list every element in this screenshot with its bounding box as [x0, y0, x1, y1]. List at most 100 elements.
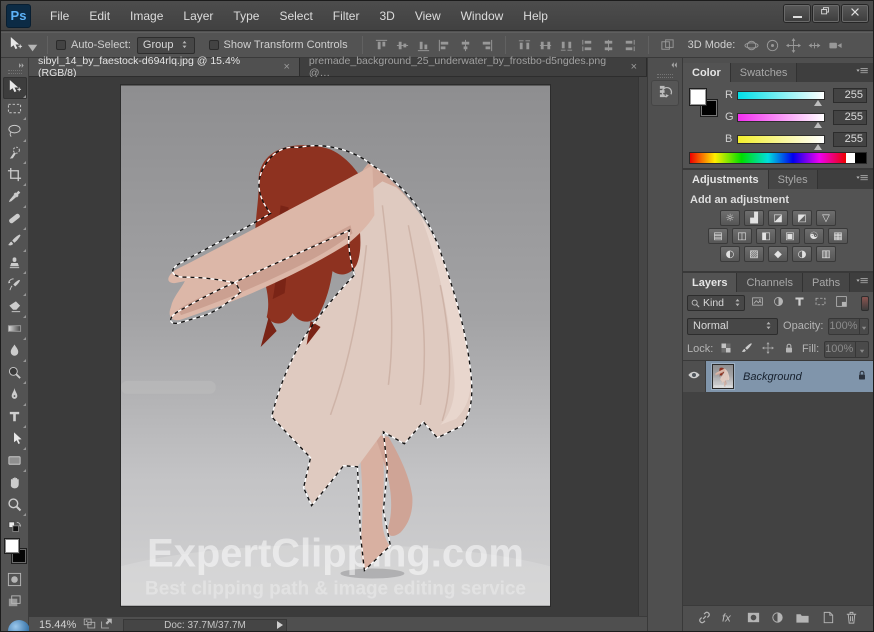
menu-type[interactable]: Type	[223, 5, 269, 27]
menu-image[interactable]: Image	[120, 5, 173, 27]
rectangle-shape-tool[interactable]	[3, 451, 27, 473]
gradient-tool[interactable]	[3, 319, 27, 341]
blue-slider-thumb[interactable]	[814, 144, 822, 150]
adjustment-posterize-icon[interactable]: ▨	[744, 246, 764, 262]
adjustment-brightness-contrast-icon[interactable]: ☼	[720, 210, 740, 226]
expand-dock-icon[interactable]	[670, 60, 678, 72]
screen-mode-button[interactable]	[3, 592, 27, 614]
adjustment-vibrance-icon[interactable]: ▽	[816, 210, 836, 226]
distribute-vertical-centers-button[interactable]	[535, 36, 556, 55]
red-slider[interactable]	[737, 91, 825, 100]
clone-stamp-tool[interactable]	[3, 253, 27, 275]
quick-mask-button[interactable]	[3, 570, 27, 592]
color-spectrum-ramp[interactable]	[689, 152, 867, 164]
dodge-tool[interactable]	[3, 363, 27, 385]
adjustment-hue-saturation-icon[interactable]: ▤	[708, 228, 728, 244]
layer-thumbnail[interactable]	[712, 364, 734, 389]
restore-button[interactable]	[813, 5, 839, 22]
close-tab-icon[interactable]: ×	[631, 61, 637, 73]
close-button[interactable]	[842, 5, 868, 22]
share-button[interactable]	[98, 618, 115, 632]
panel-menu-button[interactable]	[854, 173, 870, 186]
tools-gripper[interactable]	[8, 70, 22, 74]
filter-kind-dropdown[interactable]: Kind	[687, 295, 745, 311]
minimize-button[interactable]	[784, 5, 810, 22]
red-slider-thumb[interactable]	[814, 100, 822, 106]
lock-transparency-button[interactable]	[718, 342, 734, 357]
opacity-field[interactable]: 100%	[828, 318, 869, 335]
hand-tool[interactable]	[3, 473, 27, 495]
distribute-left-edges-button[interactable]	[577, 36, 598, 55]
type-tool[interactable]	[3, 407, 27, 429]
tab-swatches[interactable]: Swatches	[731, 63, 798, 82]
mini-bridge-button[interactable]	[81, 618, 98, 632]
blue-value-field[interactable]: 255	[833, 132, 867, 147]
filter-smart-objects-button[interactable]	[833, 295, 850, 311]
layer-filtering-toggle[interactable]	[861, 296, 869, 311]
document-tab-active[interactable]: sibyl_14_by_faestock-d694rlq.jpg @ 15.4%…	[29, 58, 300, 76]
tab-layers[interactable]: Layers	[683, 273, 737, 292]
menu-help[interactable]: Help	[513, 5, 558, 27]
green-value-field[interactable]: 255	[833, 110, 867, 125]
move-tool[interactable]	[3, 77, 27, 99]
tab-color[interactable]: Color	[683, 63, 731, 82]
history-brush-tool[interactable]	[3, 275, 27, 297]
new-layer-button[interactable]	[818, 610, 836, 628]
auto-align-layers-button[interactable]	[657, 36, 678, 55]
3d-slide-button[interactable]	[804, 36, 825, 55]
show-transform-controls-checkbox[interactable]	[209, 40, 219, 50]
adjustment-gradient-map-icon[interactable]: ▥	[816, 246, 836, 262]
adjustment-photo-filter-icon[interactable]: ▣	[780, 228, 800, 244]
menu-file[interactable]: File	[40, 5, 79, 27]
align-right-edges-button[interactable]	[476, 36, 497, 55]
align-horizontal-centers-button[interactable]	[455, 36, 476, 55]
fill-field[interactable]: 100%	[824, 341, 869, 358]
brush-tool[interactable]	[3, 231, 27, 253]
adjustment-selective-color-icon[interactable]: ◑	[792, 246, 812, 262]
menu-view[interactable]: View	[405, 5, 451, 27]
3d-camera-button[interactable]	[825, 36, 846, 55]
fill-dropdown-button[interactable]	[855, 342, 868, 357]
tab-paths[interactable]: Paths	[803, 273, 850, 292]
document-tab-inactive[interactable]: premade_background_25_underwater_by_fros…	[300, 58, 647, 76]
menu-3d[interactable]: 3D	[369, 5, 404, 27]
lock-all-button[interactable]	[781, 342, 797, 357]
auto-select-target-dropdown[interactable]: Group	[137, 37, 195, 54]
filter-type-layers-button[interactable]	[791, 295, 808, 311]
menu-layer[interactable]: Layer	[173, 5, 223, 27]
3d-roll-button[interactable]	[762, 36, 783, 55]
collapse-tools-icon[interactable]	[18, 60, 25, 68]
tab-adjustments[interactable]: Adjustments	[683, 170, 769, 189]
menu-filter[interactable]: Filter	[323, 5, 370, 27]
blue-slider[interactable]	[737, 135, 825, 144]
panel-menu-button[interactable]	[854, 66, 870, 79]
blend-mode-dropdown[interactable]: Normal	[687, 318, 778, 335]
red-value-field[interactable]: 255	[833, 88, 867, 103]
foreground-color-chip[interactable]	[689, 88, 707, 106]
current-tool-preview[interactable]	[8, 36, 35, 54]
document-info[interactable]: Doc: 37.7M/37.7M	[123, 619, 287, 632]
zoom-level-field[interactable]: 15.44%	[39, 619, 81, 631]
document-image[interactable]: ExpertClipping.com Best clipping path & …	[121, 85, 550, 606]
tab-channels[interactable]: Channels	[737, 273, 802, 292]
quick-selection-tool[interactable]	[3, 143, 27, 165]
3d-orbit-button[interactable]	[741, 36, 762, 55]
distribute-top-edges-button[interactable]	[514, 36, 535, 55]
new-group-button[interactable]	[794, 610, 812, 628]
adjustment-curves-icon[interactable]: ◪	[768, 210, 788, 226]
path-selection-tool[interactable]	[3, 429, 27, 451]
filter-shape-layers-button[interactable]	[812, 295, 829, 311]
distribute-right-edges-button[interactable]	[619, 36, 640, 55]
foreground-color-chip[interactable]	[4, 538, 20, 554]
align-top-edges-button[interactable]	[371, 36, 392, 55]
eraser-tool[interactable]	[3, 297, 27, 319]
canvas-area[interactable]: ExpertClipping.com Best clipping path & …	[29, 77, 647, 616]
panel-menu-button[interactable]	[854, 276, 870, 289]
crop-tool[interactable]	[3, 165, 27, 187]
rainbow-ramp[interactable]	[690, 153, 846, 163]
adjustment-color-balance-icon[interactable]: ◫	[732, 228, 752, 244]
history-panel-button[interactable]	[652, 81, 678, 105]
default-colors-widget[interactable]	[4, 521, 26, 535]
distribute-horizontal-centers-button[interactable]	[598, 36, 619, 55]
menu-edit[interactable]: Edit	[79, 5, 120, 27]
